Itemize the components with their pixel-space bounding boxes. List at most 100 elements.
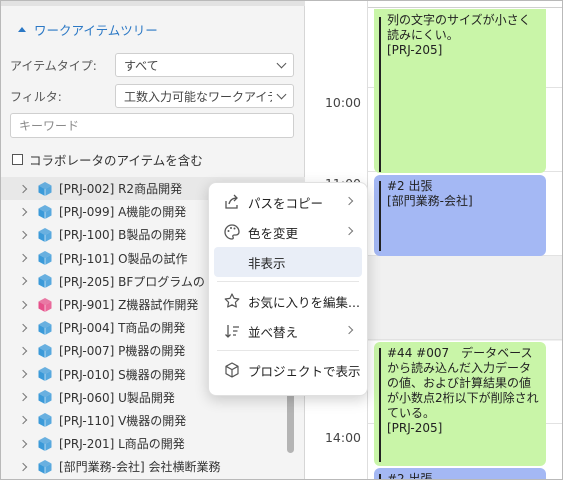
blank-icon bbox=[223, 253, 241, 271]
expand-chevron-icon[interactable] bbox=[18, 184, 28, 193]
tree-item[interactable]: [PRJ-201] L商品の開発 bbox=[1, 432, 305, 455]
time-label-14: 14:00 bbox=[324, 430, 361, 445]
expand-chevron-icon[interactable] bbox=[18, 277, 28, 286]
tree-item[interactable]: [部門業務-会社] 会社横断業務 bbox=[1, 455, 305, 478]
filter-select[interactable]: 工数入力可能なワークアイテ bbox=[115, 84, 294, 108]
event-text: [PRJ-205] bbox=[387, 421, 443, 435]
tree-item-label: [PRJ-002] R2商品開発 bbox=[59, 182, 183, 197]
cube-blue-icon bbox=[38, 390, 52, 405]
cube-blue-icon bbox=[38, 274, 52, 289]
event-accent-bar bbox=[379, 181, 381, 251]
item-type-label: アイテムタイプ: bbox=[10, 58, 97, 73]
chevron-right-icon bbox=[344, 196, 354, 206]
star-icon bbox=[224, 293, 240, 308]
cube-blue-icon bbox=[38, 181, 52, 196]
cube-blue-icon bbox=[38, 227, 52, 242]
expand-chevron-icon[interactable] bbox=[18, 253, 28, 263]
menu-item-label: パスをコピー bbox=[248, 195, 324, 211]
event-text: の値、および計算結果の値 bbox=[387, 376, 532, 390]
cube-blue-icon bbox=[38, 320, 52, 335]
keyword-input[interactable] bbox=[10, 113, 294, 138]
item-type-value: すべて bbox=[124, 58, 159, 73]
tree-item-label: [PRJ-101] O製品の試作 bbox=[59, 251, 188, 266]
menu-item-label: 並べ替え bbox=[248, 324, 299, 340]
menu-separator bbox=[217, 281, 359, 282]
event-text: [部門業務-会社] bbox=[387, 194, 473, 208]
item-type-select[interactable]: すべて bbox=[115, 53, 294, 77]
expand-chevron-icon[interactable] bbox=[18, 462, 28, 472]
cube-blue-icon bbox=[38, 436, 52, 451]
menu-separator bbox=[217, 350, 359, 351]
event-text: [PRJ-205] bbox=[387, 43, 443, 57]
expand-chevron-icon[interactable] bbox=[18, 439, 28, 448]
menu-item-hide[interactable]: 非表示 bbox=[214, 247, 362, 277]
event-text: #2 出張 bbox=[387, 472, 433, 480]
tree-item-label: [部門業務-会社] 会社横断業務 bbox=[59, 460, 221, 475]
calendar-day-header bbox=[368, 1, 562, 8]
menu-item-label: お気に入りを編集... bbox=[248, 294, 360, 310]
menu-item-label: 非表示 bbox=[248, 255, 286, 271]
tree-item-label: [PRJ-060] U製品開発 bbox=[59, 390, 175, 405]
filter-value: 工数入力可能なワークアイテ bbox=[124, 89, 272, 104]
menu-item-edit-favorites[interactable]: お気に入りを編集... bbox=[214, 286, 362, 316]
tree-item-label: [PRJ-010] S機器の開発 bbox=[59, 367, 186, 382]
expand-chevron-icon[interactable] bbox=[18, 346, 28, 356]
tree-item-label: [PRJ-100] B製品の開発 bbox=[59, 228, 187, 243]
event-text: #2 出張 bbox=[387, 179, 433, 193]
tree-item[interactable]: [PRJ-110] V機器の開発 bbox=[1, 409, 305, 432]
tree-item-label: [PRJ-004] T商品の開発 bbox=[59, 321, 186, 336]
hour-line bbox=[368, 339, 562, 340]
event-accent-bar bbox=[379, 348, 381, 462]
menu-item-show-in-project[interactable]: プロジェクトで表示 bbox=[214, 355, 362, 385]
expand-chevron-icon[interactable] bbox=[18, 207, 28, 217]
menu-item-copy-path[interactable]: パスをコピー bbox=[214, 187, 362, 217]
palette-icon bbox=[224, 224, 240, 240]
filter-row: フィルタ: 工数入力可能なワークアイテ bbox=[10, 84, 294, 108]
event-text: 列の文字のサイズが小さく bbox=[387, 13, 531, 27]
filter-label: フィルタ: bbox=[10, 89, 62, 104]
sort-icon bbox=[225, 325, 239, 338]
cube-blue-icon bbox=[38, 413, 52, 428]
cube-outline-icon bbox=[225, 362, 239, 378]
cube-blue-icon bbox=[38, 251, 52, 266]
include-collaborator-label: コラボレータのアイテムを含む bbox=[29, 153, 203, 168]
event-accent-bar bbox=[379, 17, 381, 172]
chevron-down-icon bbox=[276, 89, 287, 99]
menu-item-label: 色を変更 bbox=[248, 225, 299, 241]
event-text: が小数点2桁以下が削除され bbox=[387, 391, 539, 405]
time-label-10: 10:00 bbox=[324, 95, 361, 110]
include-collaborator-checkbox[interactable]: コラボレータのアイテムを含む bbox=[12, 150, 203, 169]
expand-chevron-icon[interactable] bbox=[18, 230, 28, 240]
event-text: 読みにくい。 bbox=[387, 28, 459, 42]
tree-item-label: [PRJ-205] BFプログラムの bbox=[59, 274, 205, 289]
cube-pink-icon bbox=[38, 297, 52, 312]
menu-item-sort[interactable]: 並べ替え bbox=[214, 316, 362, 346]
menu-item-change-color[interactable]: 色を変更 bbox=[214, 217, 362, 247]
expand-chevron-icon[interactable] bbox=[18, 393, 28, 402]
menu-item-label: プロジェクトで表示 bbox=[248, 363, 361, 379]
cube-blue-icon bbox=[38, 459, 52, 474]
cube-blue-icon bbox=[38, 343, 52, 358]
cube-blue-icon bbox=[38, 367, 52, 382]
event-accent-bar bbox=[379, 474, 381, 479]
tree-item-label: [PRJ-110] V機器の開発 bbox=[59, 413, 187, 428]
expand-chevron-icon[interactable] bbox=[18, 300, 28, 309]
calendar-event[interactable]: #2 出張 [部門業務-会社] bbox=[374, 175, 546, 256]
item-type-row: アイテムタイプ: すべて bbox=[10, 53, 294, 77]
context-menu: パスをコピー 色を変更 非表示 お気に入りを編集... 並べ替え プロジェクトで… bbox=[208, 182, 368, 396]
non-working-shade bbox=[368, 255, 562, 341]
chevron-down-icon bbox=[276, 58, 287, 68]
expand-chevron-icon[interactable] bbox=[18, 416, 28, 425]
tree-item-label: [PRJ-099] A機能の開発 bbox=[59, 205, 187, 220]
panel-top-strip bbox=[1, 1, 305, 6]
tree-item-label: [PRJ-201] L商品の開発 bbox=[59, 437, 185, 452]
calendar-event[interactable]: #44 #007 データベース から読み込んだ入力データ の値、および計算結果の… bbox=[374, 342, 546, 466]
chevron-right-icon bbox=[344, 226, 354, 236]
event-text: #44 #007 データベース bbox=[387, 346, 533, 360]
tree-section-toggle[interactable]: ワークアイテムツリー bbox=[18, 21, 158, 38]
calendar-event[interactable]: 列の文字のサイズが小さく 読みにくい。 [PRJ-205] bbox=[374, 9, 546, 173]
expand-chevron-icon[interactable] bbox=[18, 369, 28, 379]
checkbox-box[interactable] bbox=[12, 154, 23, 165]
calendar-event[interactable]: #2 出張 bbox=[374, 468, 546, 480]
expand-chevron-icon[interactable] bbox=[18, 323, 28, 332]
